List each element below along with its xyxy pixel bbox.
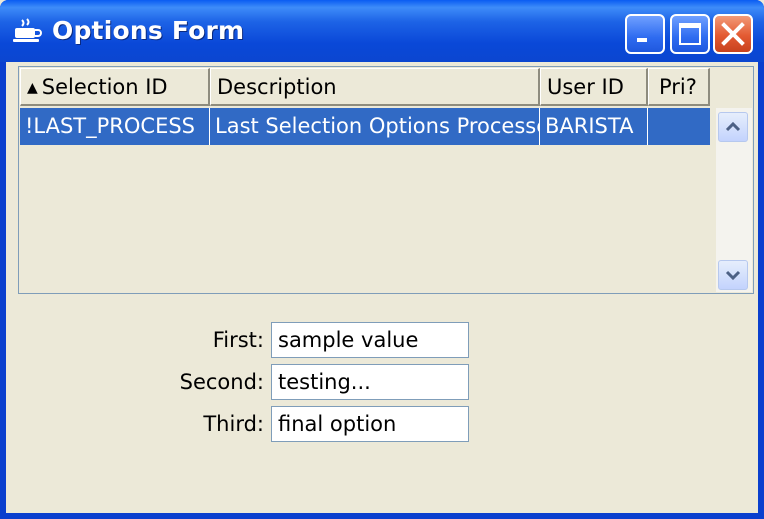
- column-header-description[interactable]: Description: [210, 68, 540, 106]
- chevron-up-icon: [725, 121, 741, 132]
- first-field[interactable]: sample value: [271, 322, 469, 358]
- window-client-area: ▲ Selection ID Description User ID Pri? !…: [6, 62, 758, 513]
- options-form-window: Options Form ▲ Selection ID Description …: [0, 0, 764, 519]
- column-header-label: Description: [217, 75, 337, 99]
- cell-description: Last Selection Options Processed: [210, 108, 540, 145]
- column-header-label: Selection ID: [41, 75, 168, 99]
- cell-user-id: BARISTA: [540, 108, 648, 145]
- vertical-scrollbar[interactable]: [716, 108, 752, 292]
- title-bar[interactable]: Options Form: [0, 0, 764, 62]
- close-icon: [721, 22, 745, 46]
- column-header-user-id[interactable]: User ID: [540, 68, 648, 106]
- chevron-down-icon: [725, 270, 741, 281]
- maximize-icon: [679, 23, 701, 45]
- cell-selection-id: !LAST_PROCESS: [20, 108, 210, 145]
- column-header-selection-id[interactable]: ▲ Selection ID: [20, 68, 210, 106]
- column-header-label: User ID: [547, 75, 624, 99]
- minimize-icon: [637, 38, 647, 42]
- column-header-pri[interactable]: Pri?: [648, 68, 710, 106]
- second-label: Second:: [179, 370, 264, 394]
- coffee-cup-icon: [13, 18, 42, 42]
- maximize-button[interactable]: [670, 14, 710, 54]
- window-title: Options Form: [52, 16, 245, 45]
- first-label: First:: [212, 328, 264, 352]
- third-field[interactable]: final option: [271, 406, 469, 442]
- cell-pri: [648, 108, 710, 145]
- sort-ascending-icon: ▲: [27, 80, 38, 96]
- selection-grid[interactable]: ▲ Selection ID Description User ID Pri? !…: [18, 66, 754, 294]
- minimize-button[interactable]: [625, 14, 665, 54]
- close-button[interactable]: [713, 14, 753, 54]
- scroll-up-button[interactable]: [718, 112, 748, 142]
- column-header-label: Pri?: [659, 75, 697, 99]
- second-field[interactable]: testing...: [271, 364, 469, 400]
- third-label: Third:: [203, 412, 264, 436]
- scroll-down-button[interactable]: [718, 260, 748, 290]
